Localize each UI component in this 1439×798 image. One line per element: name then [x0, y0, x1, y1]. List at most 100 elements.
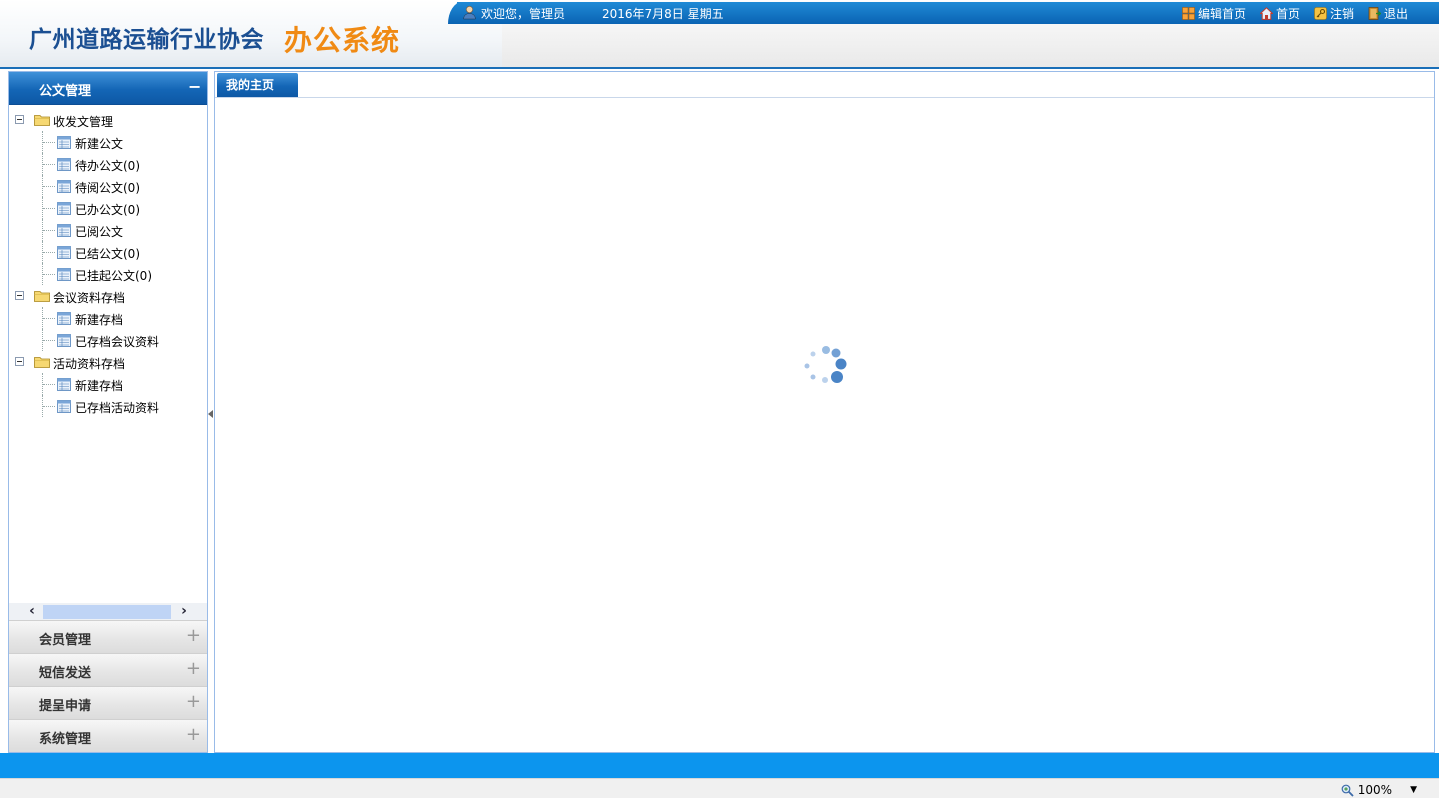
- system-name: 办公系统: [284, 24, 401, 57]
- tree-folder[interactable]: 收发文管理: [9, 109, 207, 131]
- tree-leaf-item[interactable]: 已存档会议资料: [9, 329, 207, 351]
- edit-home-link[interactable]: 编辑首页: [1182, 5, 1246, 22]
- app-header: 广州道路运输行业协会 办公系统 欢迎您，管理员 2016年7月8日 星期五 编辑…: [0, 0, 1439, 69]
- horizontal-scrollbar[interactable]: ‹ ›: [9, 603, 207, 620]
- folder-icon: [34, 290, 50, 302]
- zoom-control[interactable]: 100% ▼: [1341, 783, 1417, 797]
- grid-icon: [1182, 7, 1195, 20]
- section-title: 提呈申请: [39, 699, 92, 714]
- tree-leaf-label[interactable]: 新建存档: [75, 311, 123, 328]
- tree-connector: [43, 274, 55, 275]
- navigation-tree: 收发文管理新建公文待办公文(0) 待阅公文(0) 已办公文(0) 已阅公文已结公文(0…: [9, 105, 207, 602]
- tree-leaf-item[interactable]: 已结公文(0): [9, 241, 207, 263]
- exit-link[interactable]: 退出: [1368, 5, 1408, 22]
- logout-link[interactable]: 注销: [1314, 5, 1354, 22]
- section-header-member-management[interactable]: 会员管理 +: [9, 620, 207, 653]
- footer-bar: [0, 753, 1439, 778]
- tree-leaf-item[interactable]: 已挂起公文(0): [9, 263, 207, 285]
- tab-strip: 我的主页: [215, 72, 1434, 98]
- tree-connector: [43, 142, 55, 143]
- expand-icon[interactable]: +: [186, 726, 201, 744]
- main-content: 我的主页: [214, 71, 1435, 753]
- exit-label: 退出: [1383, 7, 1408, 21]
- document-table-icon: [57, 158, 71, 171]
- logout-label: 注销: [1329, 7, 1354, 21]
- tree-folder[interactable]: 会议资料存档: [9, 285, 207, 307]
- organization-name: 广州道路运输行业协会: [29, 27, 264, 53]
- tree-leaf-item[interactable]: 待阅公文(0): [9, 175, 207, 197]
- tree-leaf-item[interactable]: 已阅公文: [9, 219, 207, 241]
- scrollbar-thumb[interactable]: [43, 605, 171, 619]
- scroll-right-icon[interactable]: ›: [175, 603, 193, 620]
- loading-spinner-icon: [804, 346, 847, 383]
- tree-leaf-item[interactable]: 新建存档: [9, 373, 207, 395]
- left-navigation-panel: 公文管理 − 收发文管理新建公文待办公文(0) 待阅公文(0) 已办公文(0) 已阅公…: [8, 71, 208, 753]
- document-table-icon: [57, 224, 71, 237]
- document-table-icon: [57, 268, 71, 281]
- tree-connector: [43, 164, 55, 165]
- section-title: 系统管理: [39, 732, 92, 747]
- section-header-submission[interactable]: 提呈申请 +: [9, 686, 207, 719]
- document-table-icon: [57, 400, 71, 413]
- scroll-left-icon[interactable]: ‹: [23, 603, 41, 620]
- document-table-icon: [57, 378, 71, 391]
- tree-toggle-minus-icon[interactable]: [15, 357, 24, 366]
- tree-leaf-item[interactable]: 待办公文(0): [9, 153, 207, 175]
- document-table-icon: [57, 246, 71, 259]
- header-topbar: 欢迎您，管理员 2016年7月8日 星期五 编辑首页 首页 注销 退出: [457, 2, 1439, 24]
- tree-leaf-label[interactable]: 新建存档: [75, 377, 123, 394]
- tree-leaf-item[interactable]: 已存档活动资料: [9, 395, 207, 417]
- header-links: 编辑首页 首页 注销 退出: [1182, 5, 1408, 22]
- exit-door-icon: [1368, 7, 1381, 20]
- tree-toggle-minus-icon[interactable]: [15, 291, 24, 300]
- tree-leaf-label[interactable]: 已挂起公文(0): [75, 267, 152, 284]
- tree-connector: [43, 186, 55, 187]
- expand-icon[interactable]: +: [186, 627, 201, 645]
- welcome-text: 欢迎您，管理员: [481, 7, 566, 21]
- current-date: 2016年7月8日 星期五: [602, 7, 724, 21]
- section-header-system-management[interactable]: 系统管理 +: [9, 719, 207, 752]
- tree-leaf-item[interactable]: 新建存档: [9, 307, 207, 329]
- tree-leaf-label[interactable]: 待办公文(0): [75, 157, 140, 174]
- tree-leaf-label[interactable]: 已存档活动资料: [75, 399, 159, 416]
- tree-folder[interactable]: 活动资料存档: [9, 351, 207, 373]
- tree-leaf-label[interactable]: 已阅公文: [75, 223, 123, 240]
- home-icon: [1259, 7, 1273, 20]
- status-bar: 100% ▼: [0, 778, 1439, 798]
- zoom-icon: [1341, 784, 1354, 797]
- tree-folder-label: 收发文管理: [53, 115, 114, 129]
- tree-folder-label: 会议资料存档: [53, 291, 126, 305]
- zoom-dropdown-icon[interactable]: ▼: [1410, 785, 1417, 795]
- tree-leaf-label[interactable]: 待阅公文(0): [75, 179, 140, 196]
- expand-icon[interactable]: +: [186, 660, 201, 678]
- tree-folder-label: 活动资料存档: [53, 357, 126, 371]
- section-header-sms[interactable]: 短信发送 +: [9, 653, 207, 686]
- zoom-level: 100%: [1357, 783, 1393, 797]
- tree-leaf-item[interactable]: 已办公文(0): [9, 197, 207, 219]
- home-label: 首页: [1275, 7, 1300, 21]
- document-table-icon: [57, 312, 71, 325]
- expand-icon[interactable]: +: [186, 693, 201, 711]
- folder-icon: [34, 356, 50, 368]
- tab-my-homepage[interactable]: 我的主页: [217, 73, 298, 97]
- tree-toggle-minus-icon[interactable]: [15, 115, 24, 124]
- section-title: 短信发送: [39, 666, 92, 681]
- document-table-icon: [57, 136, 71, 149]
- tree-leaf-label[interactable]: 已存档会议资料: [75, 333, 159, 350]
- home-link[interactable]: 首页: [1259, 5, 1300, 22]
- folder-icon: [34, 114, 50, 126]
- section-header-document-management[interactable]: 公文管理 −: [9, 72, 207, 105]
- tree-leaf-label[interactable]: 新建公文: [75, 135, 123, 152]
- collapse-panel-arrow-icon[interactable]: [208, 410, 213, 418]
- tree-leaf-label[interactable]: 已结公文(0): [75, 245, 140, 262]
- tree-connector: [43, 230, 55, 231]
- collapse-icon[interactable]: −: [188, 79, 201, 95]
- tree-connector: [43, 384, 55, 385]
- document-table-icon: [57, 180, 71, 193]
- tree-leaf-label[interactable]: 已办公文(0): [75, 201, 140, 218]
- tree-connector: [43, 208, 55, 209]
- section-title: 公文管理: [39, 84, 92, 99]
- tree-leaf-item[interactable]: 新建公文: [9, 131, 207, 153]
- tree-connector: [43, 252, 55, 253]
- tree-connector: [43, 318, 55, 319]
